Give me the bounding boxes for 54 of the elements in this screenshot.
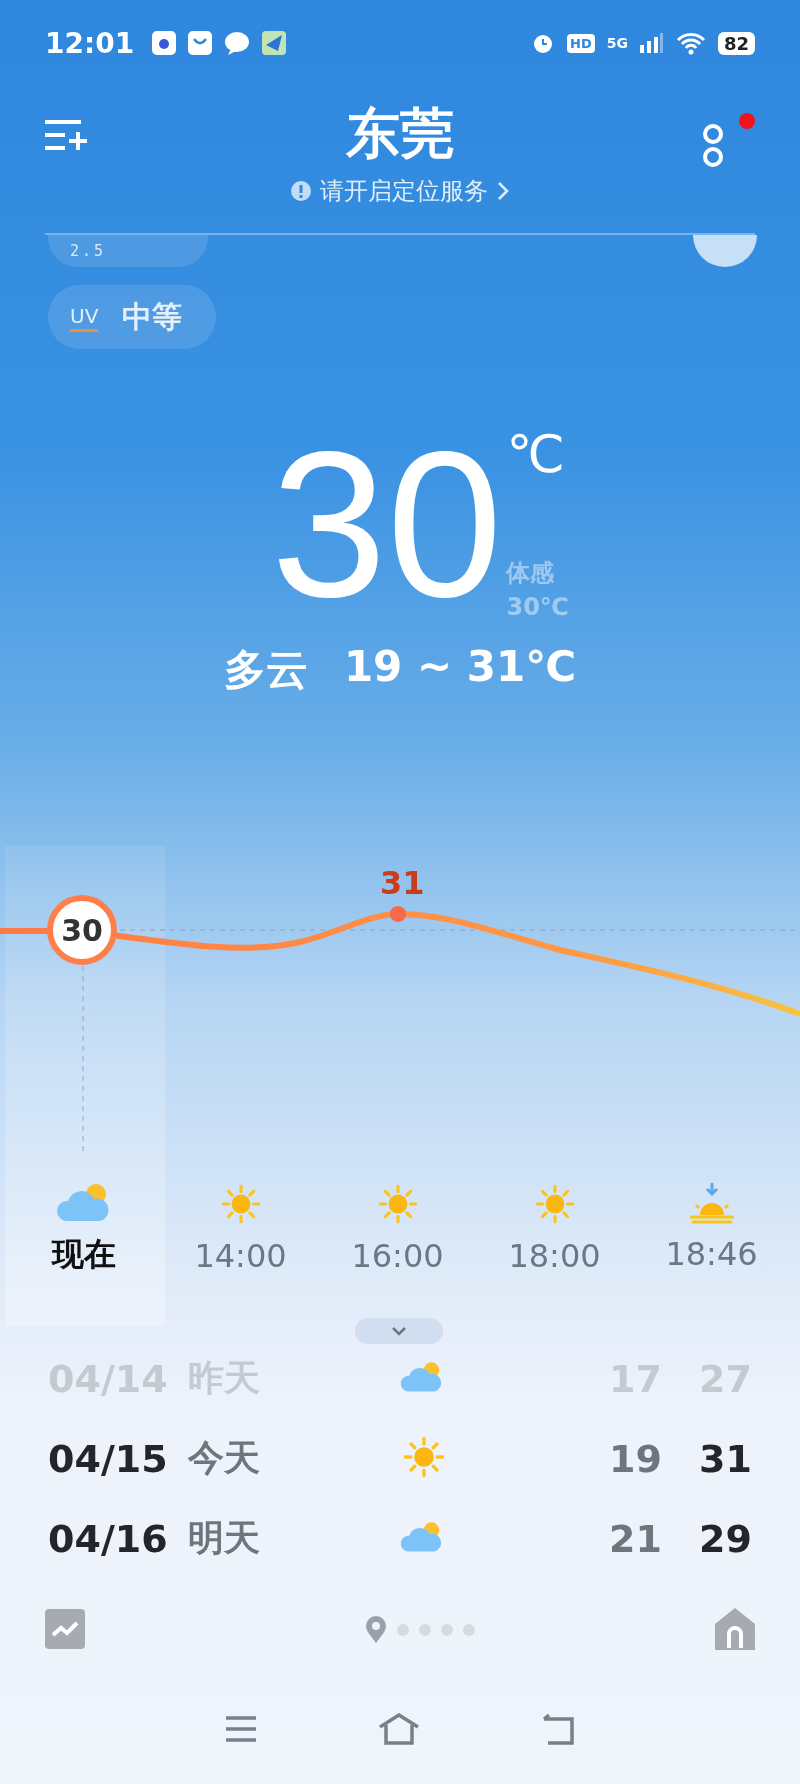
forecast-date: 04/15 [48, 1437, 169, 1481]
temperature-unit: ℃ [506, 424, 566, 485]
cloud-sun-icon [400, 1360, 444, 1394]
uv-value: 中等 [122, 297, 183, 336]
peak-temperature-label: 31 [380, 864, 425, 903]
low-temperature: 19 [608, 1437, 662, 1481]
current-temperature: 30 [271, 424, 503, 625]
location-pin-icon[interactable] [365, 1616, 387, 1645]
info-icon [290, 179, 312, 202]
forecast-day: 今天 [188, 1434, 368, 1484]
wifi-icon [675, 31, 706, 56]
feels-like-value: 30℃ [506, 592, 569, 624]
hour-label: 18:00 [508, 1237, 601, 1276]
low-temperature: 21 [608, 1517, 662, 1561]
chevron-right-icon [496, 179, 510, 202]
page-dot[interactable] [441, 1624, 453, 1637]
sunset-icon [687, 1181, 736, 1226]
chat-bubble-icon [224, 31, 251, 56]
shopping-bag-icon [188, 31, 213, 56]
home-button[interactable] [715, 1607, 755, 1653]
expand-button[interactable] [355, 1318, 443, 1345]
signal-icon [639, 33, 664, 54]
high-temperature: 29 [698, 1517, 752, 1561]
trend-chart-button[interactable] [45, 1608, 85, 1652]
air-quality-chip[interactable]: 2.5 [48, 235, 208, 267]
daily-forecast-row[interactable]: 04/15 今天 19 31 [48, 1419, 752, 1499]
pm-label: 2.5 [70, 242, 107, 260]
daily-forecast-row[interactable]: 04/16 明天 21 29 [48, 1499, 752, 1579]
hd-indicator: HD [567, 33, 595, 53]
forecast-date: 04/16 [48, 1517, 169, 1561]
status-time: 12:01 [45, 26, 135, 60]
forecast-day: 明天 [188, 1514, 368, 1564]
location-notice-link[interactable]: 请开启定位服务 [290, 174, 510, 207]
uv-label: UV [70, 302, 99, 332]
page-dot[interactable] [397, 1624, 409, 1637]
weather-condition: 多云 [223, 644, 308, 697]
uv-index-chip[interactable]: UV 中等 [48, 285, 216, 349]
cloud-sun-icon [400, 1520, 444, 1554]
page-dot[interactable] [419, 1624, 431, 1637]
high-temperature: 31 [698, 1437, 752, 1481]
temperature-range: 19 ~ 31℃ [343, 642, 577, 694]
hour-label: 18:46 [665, 1235, 758, 1274]
page-dot[interactable] [463, 1624, 475, 1637]
feels-like-label: 体感 [506, 558, 556, 590]
battery-indicator: 82 [717, 31, 755, 55]
hour-label: 16:00 [351, 1237, 444, 1276]
city-title: 东莞 [346, 100, 454, 167]
paper-plane-app-icon [262, 31, 287, 56]
chevron-down-icon [390, 1325, 408, 1338]
hour-label: 14:00 [194, 1237, 287, 1276]
hour-label: 现在 [51, 1234, 116, 1276]
peak-point [390, 906, 406, 923]
current-temperature-marker: 30 [47, 895, 117, 966]
network-type: 5G [606, 35, 628, 52]
